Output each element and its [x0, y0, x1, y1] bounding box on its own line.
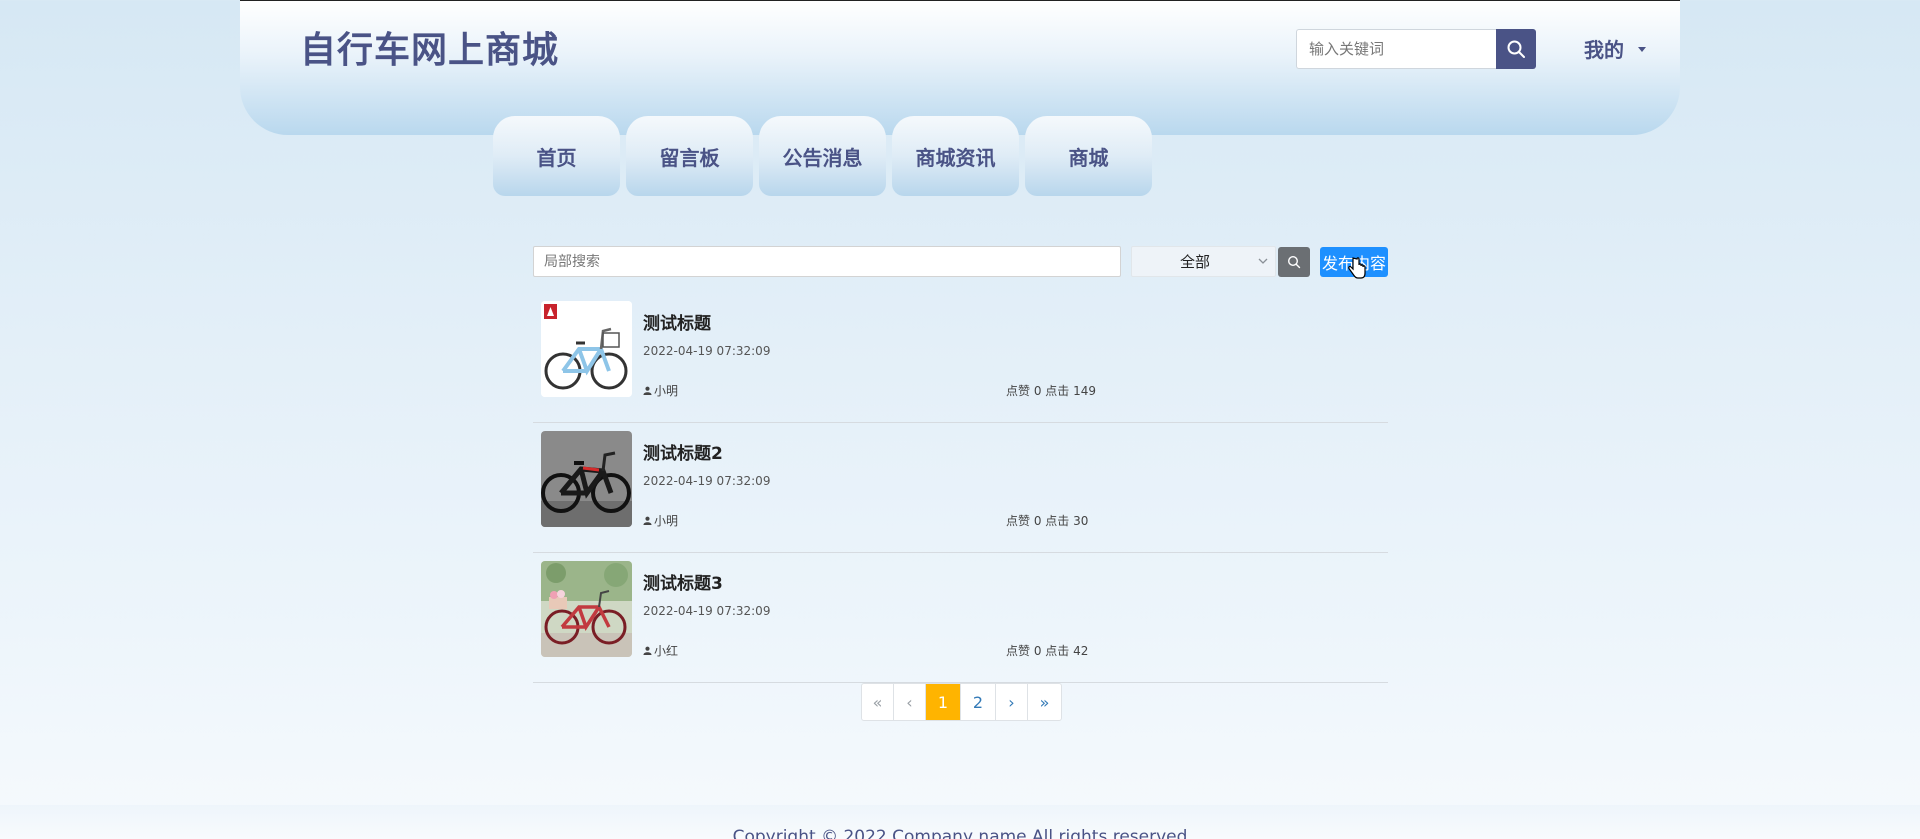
copyright-text: Copyright © 2022 Company name All rights…: [732, 827, 1188, 839]
page-button-1[interactable]: 1: [926, 684, 961, 720]
user-icon: [643, 386, 652, 395]
site-title[interactable]: 自行车网上商城: [300, 21, 559, 73]
black-red-folding-bicycle-image: [541, 431, 632, 527]
nav-item-message-board[interactable]: 留言板: [626, 116, 753, 196]
category-selected-value: 全部: [1180, 253, 1211, 271]
pagination: « ‹ 1 2 › »: [861, 683, 1062, 721]
main-nav: 首页 留言板 公告消息 商城资讯 商城: [493, 116, 1152, 196]
toolbar-search-button[interactable]: [1278, 247, 1310, 277]
last-page-button[interactable]: »: [1028, 684, 1061, 720]
local-search-input[interactable]: [533, 246, 1121, 277]
list-item[interactable]: 测试标题 2022-04-19 07:32:09 小明 点赞 0 点击 149: [533, 293, 1388, 423]
list-item[interactable]: 测试标题2 2022-04-19 07:32:09 小明 点赞 0 点击 30: [533, 423, 1388, 553]
search-icon: [1507, 40, 1525, 58]
page-button-2[interactable]: 2: [961, 684, 996, 720]
user-icon: [643, 516, 652, 525]
chevron-down-icon: [1258, 258, 1268, 264]
search-icon: [1287, 255, 1301, 269]
red-bicycle-with-flowers-image: [541, 561, 632, 657]
site-header: 自行车网上商城 我的: [240, 0, 1680, 135]
user-menu[interactable]: 我的: [1584, 33, 1646, 63]
post-author-name: 小明: [654, 514, 679, 528]
post-author-name: 小红: [654, 644, 679, 658]
post-author-name: 小明: [654, 384, 679, 398]
hand-pointer-icon: [1348, 257, 1366, 279]
post-stats: 点赞 0 点击 30: [1006, 514, 1089, 528]
nav-item-shop[interactable]: 商城: [1025, 116, 1152, 196]
post-stats: 点赞 0 点击 42: [1006, 644, 1089, 658]
post-date: 2022-04-19 07:32:09: [643, 604, 771, 618]
post-title[interactable]: 测试标题: [643, 309, 711, 334]
nav-item-announcements[interactable]: 公告消息: [759, 116, 886, 196]
light-blue-bicycle-image: [541, 301, 632, 397]
nav-item-news[interactable]: 商城资讯: [892, 116, 1019, 196]
header-search-button[interactable]: [1496, 29, 1536, 69]
prev-page-button[interactable]: ‹: [894, 684, 926, 720]
caret-down-icon: [1638, 46, 1646, 52]
post-thumbnail[interactable]: [541, 561, 632, 657]
nav-item-home[interactable]: 首页: [493, 116, 620, 196]
user-icon: [643, 646, 652, 655]
post-title[interactable]: 测试标题3: [643, 569, 723, 594]
post-title[interactable]: 测试标题2: [643, 439, 723, 464]
post-date: 2022-04-19 07:32:09: [643, 344, 771, 358]
post-author: 小红: [643, 642, 678, 659]
site-footer: Copyright © 2022 Company name All rights…: [0, 805, 1920, 839]
category-select[interactable]: 全部: [1131, 246, 1276, 277]
post-thumbnail[interactable]: [541, 431, 632, 527]
post-stats: 点赞 0 点击 149: [1006, 384, 1096, 398]
post-thumbnail[interactable]: [541, 301, 632, 397]
first-page-button[interactable]: «: [862, 684, 894, 720]
post-author: 小明: [643, 382, 678, 399]
list-item[interactable]: 测试标题3 2022-04-19 07:32:09 小红 点赞 0 点击 42: [533, 553, 1388, 683]
post-list: 测试标题 2022-04-19 07:32:09 小明 点赞 0 点击 149 …: [533, 293, 1388, 683]
user-menu-label: 我的: [1584, 37, 1624, 62]
next-page-button[interactable]: ›: [996, 684, 1028, 720]
header-search-input[interactable]: [1296, 29, 1496, 69]
post-author: 小明: [643, 512, 678, 529]
post-date: 2022-04-19 07:32:09: [643, 474, 771, 488]
